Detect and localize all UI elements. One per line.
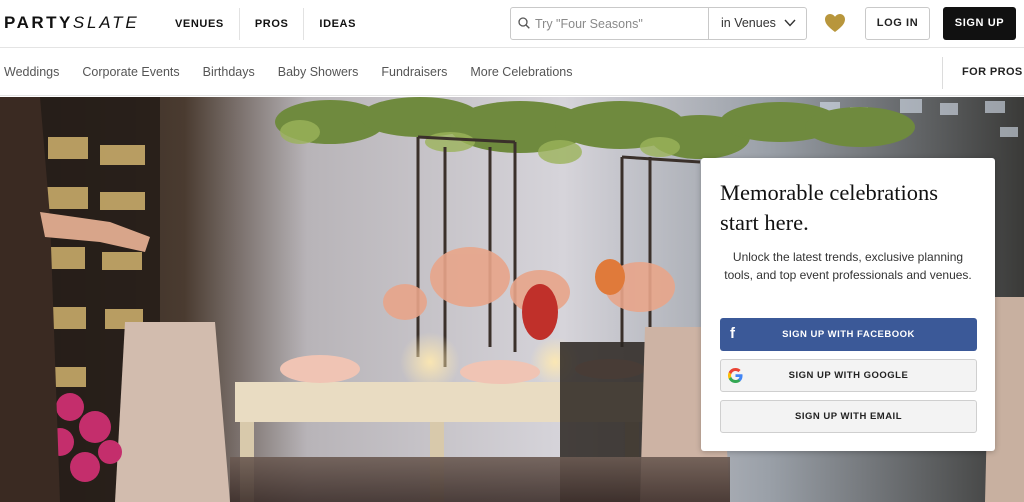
card-headline-line-1: Memorable celebrations [720, 180, 939, 205]
google-button-label: SIGN UP WITH GOOGLE [788, 370, 909, 381]
card-headline-line-2: start here. [720, 210, 809, 235]
nav-ideas[interactable]: IDEAS [304, 8, 371, 40]
heart-icon[interactable] [824, 13, 846, 33]
hero-section: Memorable celebrations start here. Unloc… [0, 97, 1024, 502]
logo-text-party: PARTY [4, 13, 73, 32]
partyslate-logo[interactable]: PARTYSLATE [4, 13, 139, 33]
search-bar: in Venues [510, 7, 807, 40]
sign-up-with-facebook-button[interactable]: f SIGN UP WITH FACEBOOK [720, 318, 977, 351]
main-nav: VENUES PROS IDEAS [160, 8, 371, 40]
email-button-label: SIGN UP WITH EMAIL [795, 411, 902, 422]
google-icon [728, 368, 743, 383]
nav-pros[interactable]: PROS [240, 8, 305, 40]
search-input[interactable] [535, 8, 705, 39]
category-nav: Weddings Corporate Events Birthdays Baby… [0, 49, 1024, 96]
sign-up-with-email-button[interactable]: SIGN UP WITH EMAIL [720, 400, 977, 433]
facebook-button-label: SIGN UP WITH FACEBOOK [782, 329, 915, 340]
search-icon [518, 17, 530, 29]
for-pros-link[interactable]: FOR PROS [962, 49, 1023, 96]
category-baby-showers[interactable]: Baby Showers [278, 49, 359, 96]
sign-up-button[interactable]: SIGN UP [943, 7, 1016, 40]
search-query-wrapper [511, 8, 709, 39]
category-birthdays[interactable]: Birthdays [203, 49, 255, 96]
card-description: Unlock the latest trends, exclusive plan… [724, 250, 972, 282]
search-scope-label: in Venues [721, 16, 776, 30]
log-in-button[interactable]: LOG IN [865, 7, 930, 40]
category-fundraisers[interactable]: Fundraisers [381, 49, 447, 96]
top-header: PARTYSLATE VENUES PROS IDEAS in Venues L… [0, 0, 1024, 48]
logo-text-slate: SLATE [72, 13, 140, 32]
category-list: Weddings Corporate Events Birthdays Baby… [4, 49, 596, 96]
category-corporate-events[interactable]: Corporate Events [82, 49, 179, 96]
sign-up-with-google-button[interactable]: SIGN UP WITH GOOGLE [720, 359, 977, 392]
facebook-icon: f [730, 325, 736, 342]
category-weddings[interactable]: Weddings [4, 49, 59, 96]
chevron-down-icon [784, 19, 796, 27]
card-headline: Memorable celebrations start here. [720, 178, 982, 238]
search-scope-dropdown[interactable]: in Venues [709, 8, 806, 39]
nav-venues[interactable]: VENUES [160, 8, 240, 40]
nav-divider [942, 57, 943, 89]
category-more-celebrations[interactable]: More Celebrations [470, 49, 572, 96]
signup-card: Memorable celebrations start here. Unloc… [701, 158, 995, 451]
